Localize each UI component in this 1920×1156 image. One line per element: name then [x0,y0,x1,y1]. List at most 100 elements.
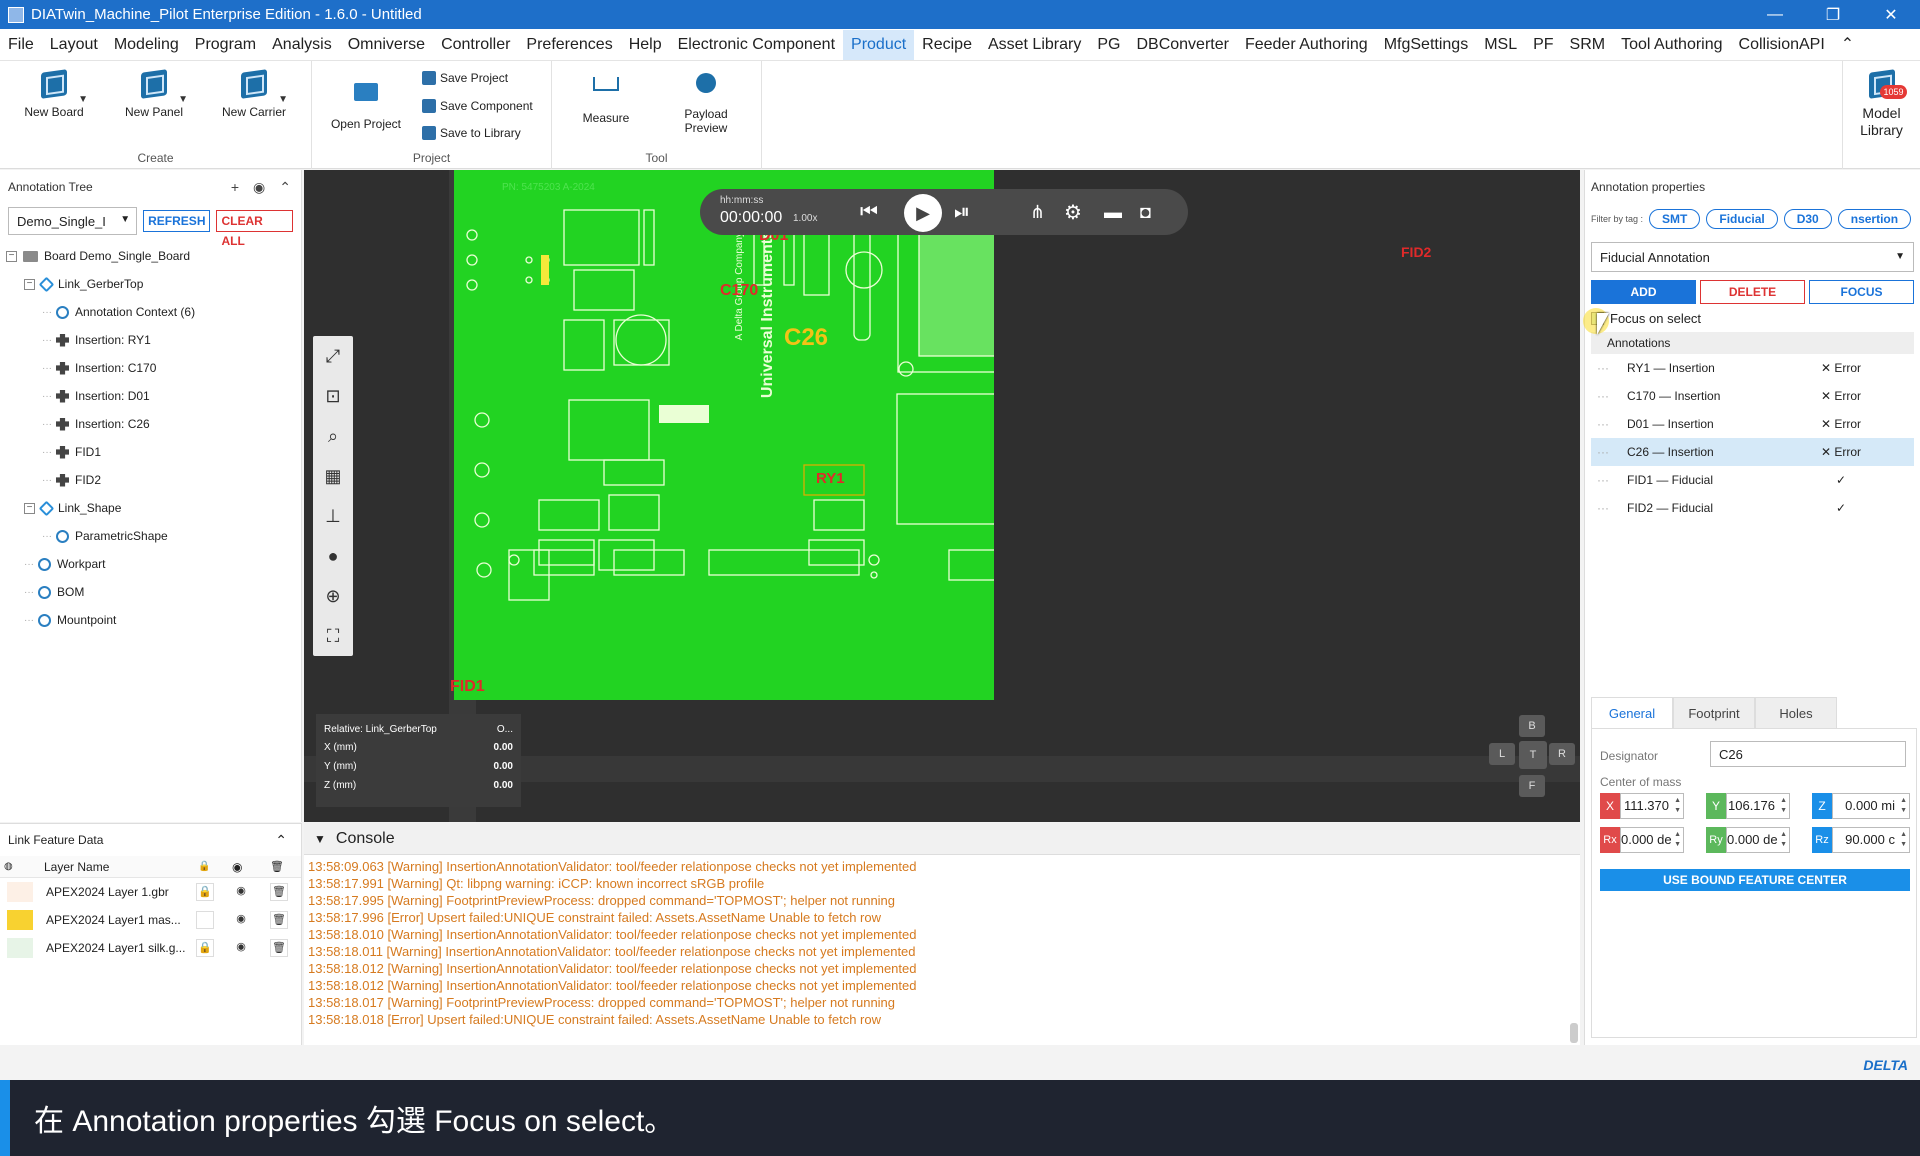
menu-item-modeling[interactable]: Modeling [106,30,187,60]
refresh-button[interactable]: REFRESH [143,210,211,232]
menu-item-file[interactable]: File [0,30,42,60]
tab-general[interactable]: General [1591,697,1673,729]
nav-top[interactable]: T [1519,741,1547,769]
menu-item-feeder-authoring[interactable]: Feeder Authoring [1237,30,1376,60]
nav-front[interactable]: F [1519,775,1545,797]
collapse-icon[interactable]: ⌃ [275,832,287,849]
new-board-button[interactable]: New Board ▼ [18,69,90,119]
menu-item-layout[interactable]: Layout [42,30,106,60]
focus-button[interactable]: FOCUS [1809,280,1914,304]
frame-icon[interactable]: ⛶ [313,616,353,656]
annotation-label-ry1[interactable]: RY1 [816,470,845,487]
menu-item-asset-library[interactable]: Asset Library [980,30,1089,60]
expand-toggle-icon[interactable]: − [24,278,35,290]
y-field[interactable]: 106.176 ▲ ▼ [1726,793,1790,819]
menu-item-help[interactable]: Help [621,30,670,60]
save-project-button[interactable]: Save Project [422,71,508,85]
tree-node[interactable]: ··· Mountpoint [0,606,301,634]
menu-item-srm[interactable]: SRM [1562,30,1614,60]
console-header[interactable]: ▼ Console [304,823,1580,855]
tab-footprint[interactable]: Footprint [1673,697,1755,729]
menu-item-recipe[interactable]: Recipe [914,30,980,60]
save-to-library-button[interactable]: Save to Library [422,126,521,140]
menu-item-program[interactable]: Program [187,30,264,60]
eye-icon[interactable]: ◉ [253,179,265,196]
menu-item-tool-authoring[interactable]: Tool Authoring [1613,30,1730,60]
save-component-button[interactable]: Save Component [422,99,533,113]
nav-left[interactable]: L [1489,743,1515,765]
table-row[interactable]: APEX2024 Layer 1.gbr 🔒 ◉ 🗑 [0,878,301,906]
tree-node[interactable]: ··· Insertion: D01 [0,382,301,410]
tree-node[interactable]: − Link_Shape [0,494,301,522]
menu-item-pf[interactable]: PF [1525,30,1561,60]
layer-color-swatch[interactable] [7,882,33,902]
restore-button[interactable]: ❐ [1804,0,1862,29]
menu-item-pg[interactable]: PG [1089,30,1128,60]
new-carrier-button[interactable]: New Carrier ▼ [218,69,290,119]
camera-record-icon[interactable]: ▬ [1104,189,1122,235]
close-button[interactable]: ✕ [1862,0,1920,29]
menu-item-omniverse[interactable]: Omniverse [340,30,433,60]
spinner-icon[interactable]: ▲ ▼ [1900,796,1907,816]
annotation-label-c170[interactable]: C170 [720,282,758,300]
spinner-icon[interactable]: ▲ ▼ [1780,830,1787,850]
open-project-button[interactable]: Open Project [330,75,402,131]
tree-node[interactable]: ··· BOM [0,578,301,606]
chevron-down-icon[interactable]: ▼ [78,93,88,107]
robot-icon[interactable]: ⋔ [1030,189,1045,235]
tree-node[interactable]: ··· ParametricShape [0,522,301,550]
model-library-button[interactable]: 1059 Model Library [1842,61,1920,169]
tree-node[interactable]: ··· Workpart [0,550,301,578]
annotation-type-select[interactable]: Fiducial Annotation ▼ [1591,242,1914,272]
spinner-icon[interactable]: ▲ ▼ [1900,830,1907,850]
expand-toggle-icon[interactable]: − [24,502,35,514]
axes-icon[interactable]: ⊥ [313,496,353,536]
eye-icon[interactable]: ◉ [232,883,250,901]
tree-node[interactable]: ··· FID2 [0,466,301,494]
nav-back[interactable]: B [1519,715,1545,737]
menu-item-preferences[interactable]: Preferences [518,30,620,60]
layer-color-swatch[interactable] [7,938,33,958]
tag-insertion[interactable]: nsertion [1837,209,1912,229]
tag-d30[interactable]: D30 [1783,209,1832,229]
minimize-button[interactable]: — [1746,0,1804,29]
add-icon[interactable]: + [231,179,239,196]
add-button[interactable]: ADD [1591,280,1696,304]
expand-toggle-icon[interactable]: − [6,250,17,262]
board-select[interactable]: Demo_Single_I ▼ [8,207,138,235]
spinner-icon[interactable]: ▲ ▼ [1674,796,1681,816]
new-panel-button[interactable]: New Panel ▼ [118,69,190,119]
use-bound-feature-center-button[interactable]: USE BOUND FEATURE CENTER [1600,869,1910,891]
tree-node[interactable]: − Board Demo_Single_Board [0,242,301,270]
3d-viewport[interactable]: PN: 5475203 A-2024 Universal Instruments… [304,170,1580,822]
eye-icon[interactable]: ◉ [232,911,250,929]
collapse-icon[interactable]: ⌃ [279,179,291,196]
skip-back-icon[interactable]: ⏮ [860,189,878,235]
list-item[interactable]: ··· D01 — Insertion ✕ Error [1591,410,1914,438]
menu-item-collisionapi[interactable]: CollisionAPI [1731,30,1833,60]
menu-item-msl[interactable]: MSL [1476,30,1525,60]
tree-node[interactable]: ··· Annotation Context (6) [0,298,301,326]
rz-field[interactable]: 90.000 c ▲ ▼ [1832,827,1910,853]
list-item[interactable]: ··· FID1 — Fiducial ✓ [1591,466,1914,494]
lock-icon[interactable]: 🔒 [196,883,214,901]
tag-fiducial[interactable]: Fiducial [1706,209,1778,229]
focus-selection-icon[interactable]: ⊡ [313,376,353,416]
tag-smt[interactable]: SMT [1649,209,1701,229]
table-row[interactable]: APEX2024 Layer1 mas... ◉ 🗑 [0,906,301,934]
orbit-icon[interactable]: ⊕ [313,576,353,616]
annotation-label-fid2[interactable]: FID2 [1401,244,1431,260]
tree-node[interactable]: − Link_GerberTop [0,270,301,298]
z-field[interactable]: 0.000 mi ▲ ▼ [1832,793,1910,819]
spinner-icon[interactable]: ▲ ▼ [1780,796,1787,816]
x-field[interactable]: 111.370 ▲ ▼ [1620,793,1684,819]
list-item[interactable]: ··· C26 — Insertion ✕ Error [1591,438,1914,466]
tree-node[interactable]: ··· Insertion: RY1 [0,326,301,354]
tree-node[interactable]: ··· Insertion: C170 [0,354,301,382]
fit-view-icon[interactable]: ⤢ [313,336,353,376]
menu-item-analysis[interactable]: Analysis [264,30,340,60]
table-row[interactable]: APEX2024 Layer1 silk.g... 🔒 ◉ 🗑 [0,934,301,962]
list-item[interactable]: ··· C170 — Insertion ✕ Error [1591,382,1914,410]
delete-button[interactable]: DELETE [1700,280,1805,304]
annotation-label-c26[interactable]: C26 [784,324,828,352]
